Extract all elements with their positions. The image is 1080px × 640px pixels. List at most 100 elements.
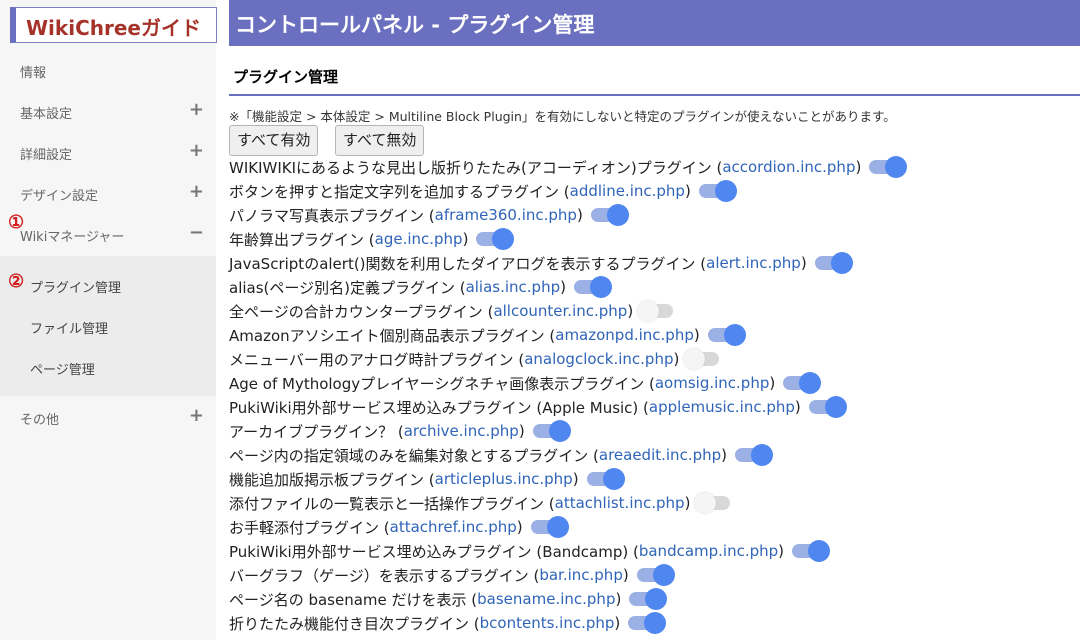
plugin-file-link[interactable]: bar.inc.php <box>539 566 623 584</box>
toggle-knob <box>885 156 908 178</box>
plugin-row: WIKIWIKIにあるような見出し版折りたたみ(アコーディオン)プラグイン (a… <box>229 155 908 179</box>
toggle-knob <box>694 492 717 514</box>
plugin-row: バーグラフ（ゲージ）を表示するプラグイン (bar.inc.php) <box>229 563 675 587</box>
page-title: コントロールパネル - プラグイン管理 <box>235 13 595 37</box>
plugin-toggle[interactable] <box>869 156 908 178</box>
plugin-toggle[interactable] <box>814 252 853 274</box>
plugin-description: 折りたたみ機能付き目次プラグイン ( <box>229 614 480 633</box>
plugin-toggle[interactable] <box>707 324 746 346</box>
plugin-file-link[interactable]: amazonpd.inc.php <box>555 326 694 344</box>
toggle-knob <box>824 396 847 418</box>
plugin-toggle[interactable] <box>476 228 515 250</box>
plugin-file-link[interactable]: bcontents.inc.php <box>480 614 615 632</box>
plugin-row: 添付ファイルの一覧表示と一括操作プラグイン (attachlist.inc.ph… <box>229 491 731 515</box>
sidebar-item-detail-settings[interactable]: 詳細設定 + <box>0 132 216 173</box>
expand-icon[interactable]: + <box>189 99 204 120</box>
plugin-file-link[interactable]: attachref.inc.php <box>390 518 517 536</box>
plugin-toggle[interactable] <box>628 612 667 634</box>
plugin-toggle[interactable] <box>636 564 675 586</box>
plugin-toggle[interactable] <box>698 180 737 202</box>
sidebar-subitem-file-manager[interactable]: ファイル管理 <box>0 306 216 347</box>
plugin-row: メニューバー用のアナログ時計プラグイン (analogclock.inc.php… <box>229 347 720 371</box>
toggle-knob <box>645 588 668 610</box>
plugin-toggle[interactable] <box>530 516 569 538</box>
plugin-toggle[interactable] <box>683 348 720 370</box>
toggle-knob <box>652 564 675 586</box>
plugin-paren: ) <box>614 614 621 632</box>
plugin-paren: ) <box>576 206 583 224</box>
plugin-toggle[interactable] <box>590 204 629 226</box>
expand-icon[interactable]: + <box>189 140 204 161</box>
section-title: プラグイン管理 <box>233 68 339 86</box>
plugin-row: PukiWiki用外部サービス埋め込みプラグイン (Apple Music) (… <box>229 395 847 419</box>
plugin-toggle[interactable] <box>808 396 847 418</box>
sidebar-item-label: その他 <box>20 413 60 428</box>
sidebar-subitem-label: ファイル管理 <box>30 322 109 337</box>
plugin-file-link[interactable]: archive.inc.php <box>404 422 519 440</box>
plugin-paren: ) <box>800 254 807 272</box>
plugin-file-link[interactable]: age.inc.php <box>375 230 463 248</box>
plugin-toggle[interactable] <box>573 276 612 298</box>
toggle-knob <box>644 612 667 634</box>
toggle-knob <box>799 372 822 394</box>
plugin-description: alias(ページ別名)定義プラグイン ( <box>229 278 466 297</box>
plugin-toggle[interactable] <box>586 468 625 490</box>
plugin-toggle[interactable] <box>735 444 773 466</box>
sidebar-subitem-plugin-manager[interactable]: プラグイン管理 <box>0 265 216 306</box>
plugin-file-link[interactable]: applemusic.inc.php <box>649 398 795 416</box>
plugin-file-link[interactable]: aomsig.inc.php <box>655 374 770 392</box>
plugin-file-link[interactable]: areaedit.inc.php <box>599 446 721 464</box>
plugin-file-link[interactable]: accordion.inc.php <box>722 158 855 176</box>
toggle-knob <box>637 300 660 322</box>
plugin-description: Age of Mythologyプレイヤーシグネチャ画像表示プラグイン ( <box>229 374 655 393</box>
plugin-file-link[interactable]: addline.inc.php <box>570 182 685 200</box>
plugin-row: 年齢算出プラグイン (age.inc.php) <box>229 227 515 251</box>
plugin-file-link[interactable]: bandcamp.inc.php <box>639 542 778 560</box>
plugin-description: JavaScriptのalert()関数を利用したダイアログを表示するプラグイン… <box>229 254 707 273</box>
plugin-toggle[interactable] <box>532 420 571 442</box>
plugin-row: パノラマ写真表示プラグイン (aframe360.inc.php) <box>229 203 629 227</box>
plugin-toggle[interactable] <box>783 372 822 394</box>
plugin-file-link[interactable]: attachlist.inc.php <box>555 494 685 512</box>
sidebar-item-design-settings[interactable]: デザイン設定 + <box>0 173 216 214</box>
sidebar-item-label: デザイン設定 <box>20 189 99 204</box>
plugin-description: ボタンを押すと指定文字列を追加するプラグイン ( <box>229 182 570 201</box>
collapse-icon[interactable]: − <box>189 222 204 243</box>
annotation-marker-1: ① <box>8 212 25 233</box>
toggle-knob <box>830 252 853 274</box>
plugin-description: 年齢算出プラグイン ( <box>229 230 375 249</box>
enable-all-button[interactable]: すべて有効 <box>229 125 319 156</box>
plugin-row: ページ名の basename だけを表示 (basename.inc.php) <box>229 587 668 611</box>
sidebar-item-label: Wikiマネージャー <box>20 230 125 245</box>
plugin-file-link[interactable]: articleplus.inc.php <box>435 470 573 488</box>
plugin-file-link[interactable]: aframe360.inc.php <box>435 206 577 224</box>
toggle-knob <box>723 324 746 346</box>
expand-icon[interactable]: + <box>189 181 204 202</box>
disable-all-button[interactable]: すべて無効 <box>335 125 425 156</box>
plugin-file-link[interactable]: basename.inc.php <box>477 590 615 608</box>
plugin-toggle[interactable] <box>637 300 674 322</box>
plugin-description: 添付ファイルの一覧表示と一括操作プラグイン ( <box>229 494 555 513</box>
sidebar-subitem-page-manager[interactable]: ページ管理 <box>0 347 216 388</box>
sidebar-item-info[interactable]: 情報 <box>0 50 216 91</box>
page-header: コントロールパネル - プラグイン管理 <box>229 0 1080 46</box>
plugin-file-link[interactable]: allcounter.inc.php <box>493 302 627 320</box>
plugin-toggle[interactable] <box>792 540 831 562</box>
toggle-knob <box>546 516 569 538</box>
brand-title[interactable]: WikiChreeガイド <box>26 12 201 41</box>
brand-logo[interactable]: WikiChreeガイド <box>10 7 217 43</box>
plugin-toggle[interactable] <box>694 492 731 514</box>
plugin-file-link[interactable]: alias.inc.php <box>466 278 561 296</box>
sidebar-item-other[interactable]: その他 + <box>0 397 216 438</box>
plugin-toggle[interactable] <box>629 588 668 610</box>
sidebar-item-basic-settings[interactable]: 基本設定 + <box>0 91 216 132</box>
section-divider <box>229 94 1080 96</box>
plugin-file-link[interactable]: analogclock.inc.php <box>524 350 673 368</box>
plugin-row: ページ内の指定領域のみを編集対象とするプラグイン (areaedit.inc.p… <box>229 443 773 467</box>
plugin-row: PukiWiki用外部サービス埋め込みプラグイン (Bandcamp) (ban… <box>229 539 831 563</box>
expand-icon[interactable]: + <box>189 405 204 426</box>
plugin-row: JavaScriptのalert()関数を利用したダイアログを表示するプラグイン… <box>229 251 853 275</box>
plugin-description: ページ内の指定領域のみを編集対象とするプラグイン ( <box>229 446 599 465</box>
sidebar-item-wiki-manager[interactable]: Wikiマネージャー − <box>0 214 216 255</box>
plugin-file-link[interactable]: alert.inc.php <box>706 254 801 272</box>
